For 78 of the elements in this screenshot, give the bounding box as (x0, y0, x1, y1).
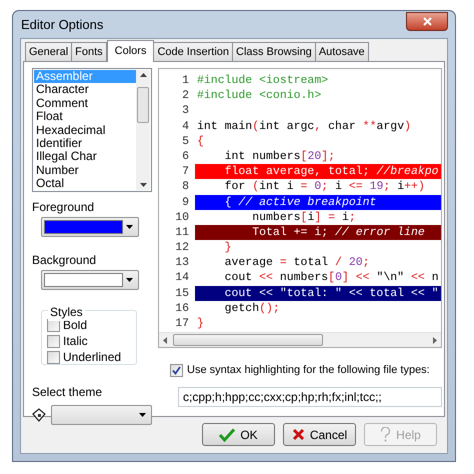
horizontal-scrollbar[interactable] (159, 332, 441, 347)
tab[interactable]: Colors (106, 40, 154, 62)
checkmark-icon (219, 428, 236, 442)
line-number: 1 (182, 73, 189, 88)
code-line: getch(); (224, 302, 280, 315)
list-item[interactable]: Comment (34, 96, 136, 110)
code-line: #include <conio.h> (197, 89, 322, 102)
theme-label: Select theme (32, 384, 104, 401)
tab[interactable]: Autosave (314, 42, 369, 61)
code-line: int numbers[20]; (224, 150, 336, 163)
code-line: } (224, 241, 232, 254)
checkbox[interactable] (47, 335, 60, 348)
list-item[interactable]: Float (34, 110, 136, 124)
checkbox[interactable] (170, 364, 183, 377)
window-title: Editor Options (20, 16, 104, 34)
line-number: 3 (182, 103, 189, 119)
code-line: cout << numbers[0] << "\n" << n (224, 271, 439, 284)
close-icon (292, 428, 305, 441)
checkbox[interactable] (47, 351, 60, 364)
code-line: #include <iostream> (197, 74, 328, 87)
code-line: float average, total; //breakpo (224, 165, 439, 178)
scroll-down-icon[interactable] (140, 183, 146, 187)
line-number: 16 (175, 300, 189, 316)
code-line: average = total / 20; (224, 256, 370, 270)
scrollbar[interactable] (136, 70, 150, 190)
checkbox-label: Bold (63, 319, 88, 332)
line-number: 12 (175, 240, 189, 256)
line-number: 17 (175, 316, 189, 332)
tab[interactable]: Fonts (71, 42, 107, 61)
scroll-up-icon[interactable] (140, 73, 146, 77)
dropdown-arrow-icon (139, 413, 146, 417)
theme-dropdown[interactable] (50, 405, 152, 425)
close-icon (422, 17, 432, 26)
tab[interactable]: Code Insertion (153, 42, 233, 61)
line-number: 5 (182, 134, 189, 149)
line-number: 14 (175, 270, 189, 286)
background-label: Background (32, 252, 98, 269)
tab[interactable]: General (25, 42, 72, 61)
code-line: { // active breakpoint (224, 196, 376, 208)
list-item[interactable]: Hexadecimal (34, 124, 136, 137)
dropdown-arrow-icon (126, 278, 133, 282)
code-line: int main(int argc, char **argv) (197, 120, 411, 133)
line-number: 8 (182, 179, 189, 194)
scroll-left-icon[interactable] (163, 336, 167, 344)
code-line: numbers[i] = i; (251, 210, 356, 224)
ok-button[interactable]: OK (202, 423, 275, 446)
line-number: 7 (182, 164, 189, 180)
line-number: 13 (175, 255, 189, 270)
scroll-right-icon[interactable] (433, 336, 437, 344)
code-line: Total += i; // error line (251, 226, 425, 239)
file-types-field[interactable]: c;cpp;h;hpp;cc;cxx;cp;hp;rh;fx;inl;tcc;; (178, 386, 442, 406)
list-item[interactable]: Number (34, 164, 136, 178)
help-icon (380, 427, 392, 442)
background-color-picker[interactable] (41, 270, 139, 290)
checkbox-label: Use syntax highlighting for the following file types: (187, 363, 430, 378)
line-number: 15 (175, 286, 189, 301)
line-number: 10 (175, 210, 189, 225)
line-number: 6 (182, 148, 189, 164)
list-item[interactable]: Character (34, 83, 136, 97)
code-line: cout << "total: " << total << " (224, 286, 439, 300)
code-line: { (197, 134, 204, 148)
cancel-button[interactable]: Cancel (283, 423, 356, 446)
code-line: } (197, 317, 204, 330)
foreground-color-picker[interactable] (41, 217, 139, 237)
dropdown-arrow-icon (126, 225, 133, 229)
checkbox-label: Italic (63, 335, 88, 348)
list-item[interactable]: Octal (34, 177, 136, 191)
line-number: 2 (182, 88, 189, 104)
list-item[interactable]: Identifier (34, 136, 136, 150)
line-number: 4 (182, 118, 189, 134)
line-number: 11 (175, 224, 189, 240)
foreground-label: Foreground (32, 199, 96, 216)
line-number: 9 (182, 194, 189, 210)
checkbox-label: Underlined (63, 351, 122, 364)
list-item[interactable]: Illegal Char (34, 150, 136, 164)
code-line: for (int i = 0; i <= 19; i++) (224, 180, 425, 194)
tab[interactable]: Class Browsing (232, 42, 316, 61)
close-button[interactable] (406, 12, 448, 31)
